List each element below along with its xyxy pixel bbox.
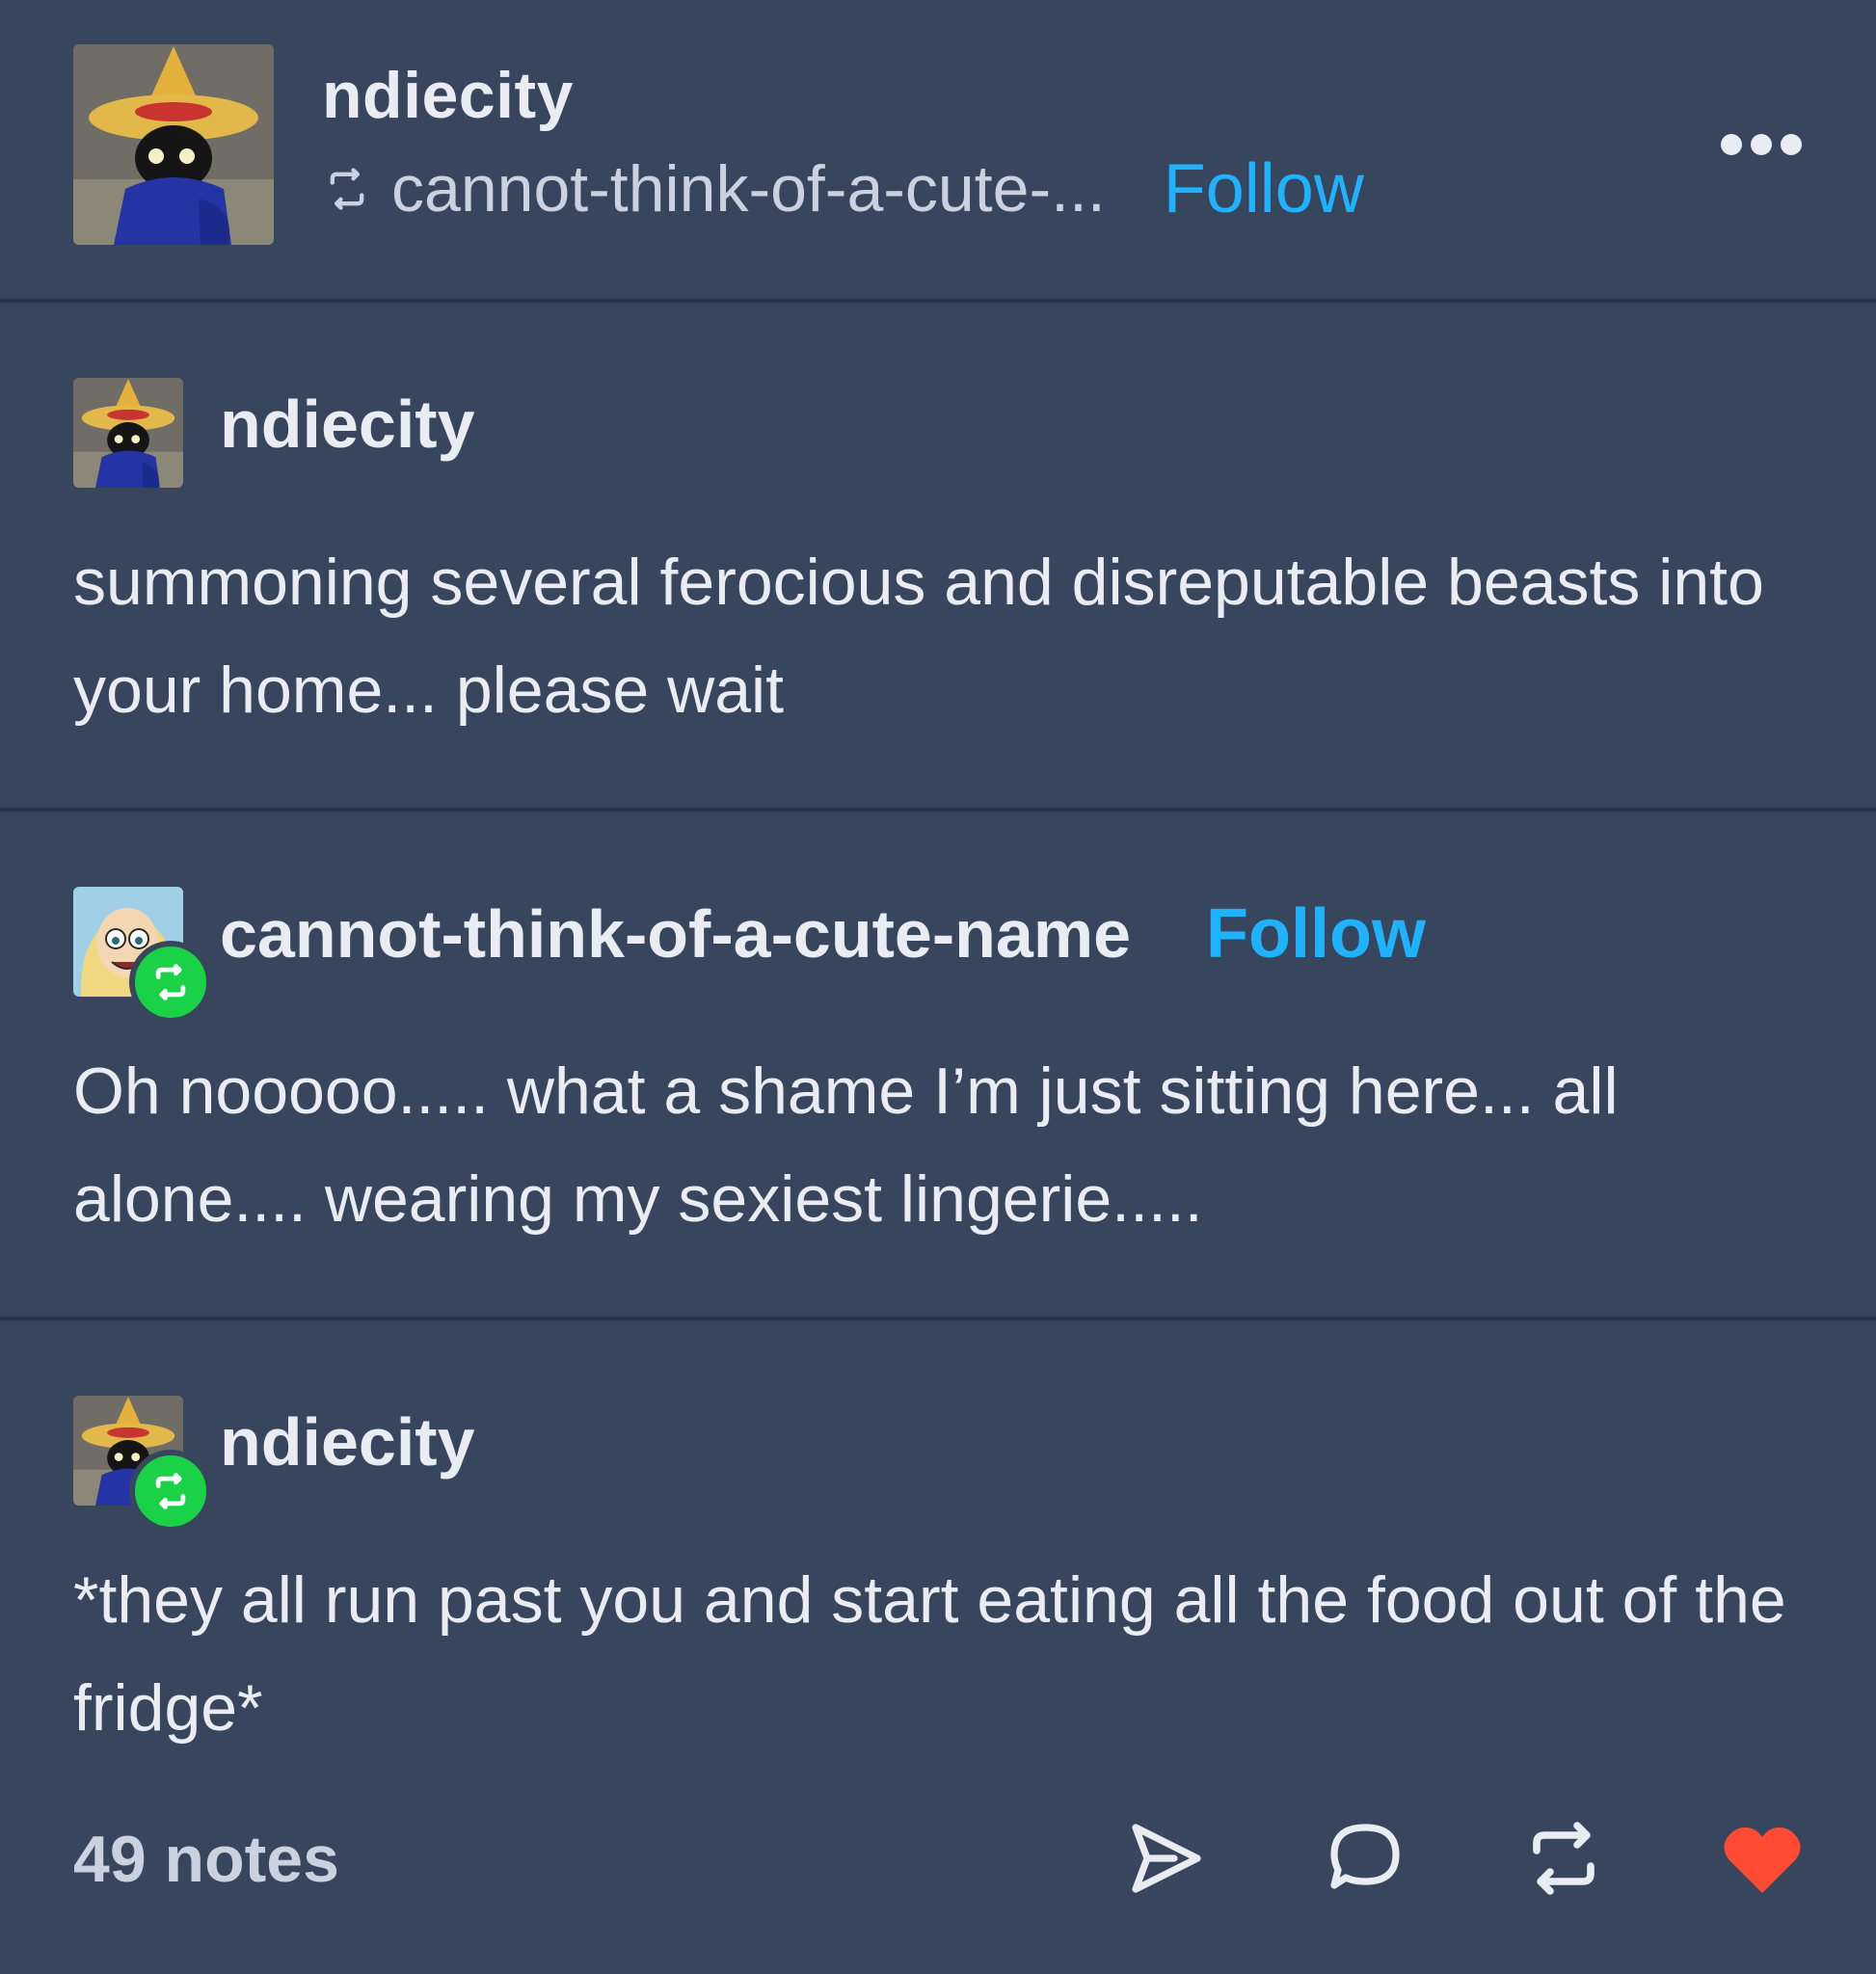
thread-username[interactable]: cannot-think-of-a-cute-name (220, 895, 1131, 973)
post-text: summoning several ferocious and disreput… (73, 546, 1764, 727)
post-actions (1120, 1812, 1809, 1905)
reblogged-from-username[interactable]: cannot-think-of-a-cute-... (391, 151, 1106, 227)
reblog-badge-icon (129, 941, 212, 1024)
thread-item: ndiecity *they all run past you and star… (0, 1320, 1876, 1822)
post-header: ndiecity cannot-think-of-a-cute-... Foll… (0, 0, 1876, 301)
comment-icon[interactable] (1319, 1812, 1411, 1905)
post-text: *they all run past you and start eating … (73, 1563, 1786, 1745)
dot (1751, 134, 1772, 155)
thread-item: cannot-think-of-a-cute-name Follow Oh no… (0, 812, 1876, 1317)
more-options-icon[interactable] (1718, 131, 1805, 158)
header-avatar[interactable] (73, 44, 274, 245)
thread-item: ndiecity summoning several ferocious and… (0, 303, 1876, 808)
dot (1721, 134, 1742, 155)
like-heart-icon[interactable] (1716, 1812, 1809, 1905)
reblog-source-line: cannot-think-of-a-cute-... Follow (322, 150, 1364, 227)
header-username[interactable]: ndiecity (322, 58, 574, 133)
reblog-icon (322, 164, 372, 214)
post-text: Oh nooooo..... what a shame I’m just sit… (73, 1054, 1619, 1236)
dot (1781, 134, 1802, 155)
follow-button[interactable]: Follow (1164, 149, 1364, 228)
notes-count[interactable]: 49 notes (73, 1822, 339, 1897)
reblog-icon[interactable] (1517, 1812, 1610, 1905)
share-icon[interactable] (1120, 1812, 1213, 1905)
thread-username[interactable]: ndiecity (220, 387, 475, 462)
reblog-badge-icon (129, 1450, 212, 1533)
follow-button[interactable]: Follow (1206, 894, 1426, 974)
avatar[interactable] (73, 378, 183, 488)
thread-username[interactable]: ndiecity (220, 1404, 475, 1480)
